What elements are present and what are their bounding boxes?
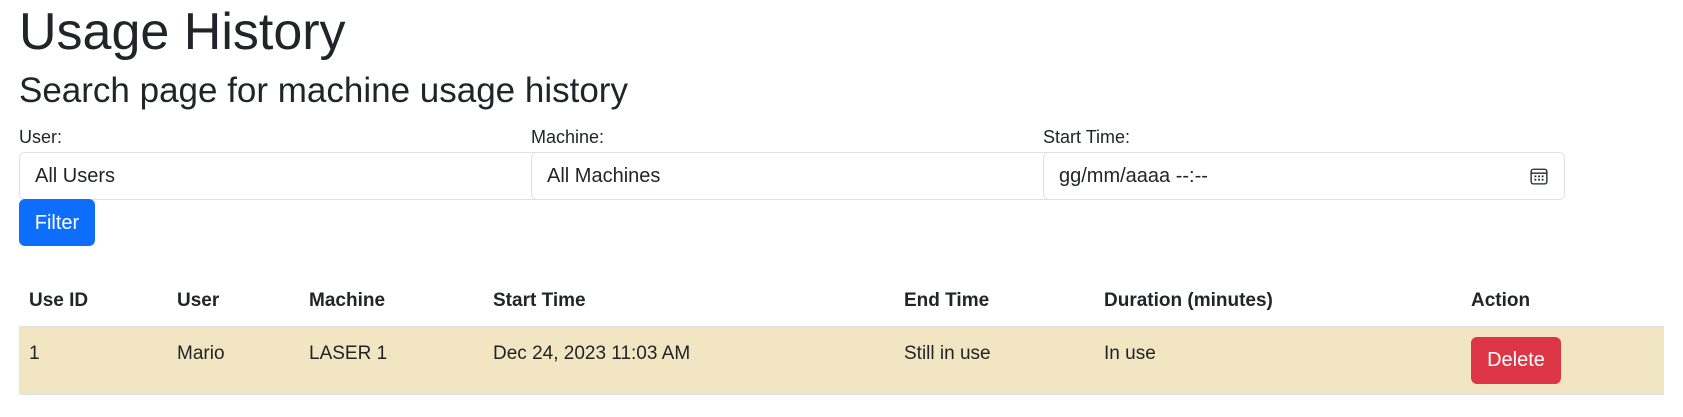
column-header-start-time: Start Time — [483, 276, 894, 327]
column-header-user: User — [167, 276, 299, 327]
user-select[interactable]: All Users — [19, 152, 541, 200]
machine-filter: Machine: All Machines — [531, 125, 1053, 200]
start-time-placeholder: gg/mm/aaaa --:-- — [1059, 165, 1208, 187]
column-header-duration: Duration (minutes) — [1094, 276, 1461, 327]
cell-action: Delete — [1461, 326, 1664, 395]
machine-filter-label: Machine: — [531, 127, 605, 147]
cell-use-id: 1 — [19, 326, 167, 395]
delete-button[interactable]: Delete — [1471, 336, 1561, 384]
column-header-use-id: Use ID — [19, 276, 167, 327]
user-filter: User: All Users — [19, 125, 541, 200]
cell-end-time: Still in use — [894, 326, 1094, 395]
cell-start-time: Dec 24, 2023 11:03 AM — [483, 326, 894, 395]
machine-select[interactable]: All Machines — [531, 152, 1053, 200]
table-row: 1 Mario LASER 1 Dec 24, 2023 11:03 AM St… — [19, 326, 1664, 395]
filter-form: User: All Users Machine: All Machines St… — [19, 125, 1664, 246]
cell-duration: In use — [1094, 326, 1461, 395]
column-header-action: Action — [1461, 276, 1664, 327]
column-header-end-time: End Time — [894, 276, 1094, 327]
filter-button[interactable]: Filter — [19, 199, 95, 246]
user-filter-label: User: — [19, 127, 63, 147]
page-subtitle: Search page for machine usage history — [19, 71, 628, 110]
cell-user: Mario — [167, 326, 299, 395]
start-time-filter: Start Time: gg/mm/aaaa --:-- — [1043, 125, 1565, 200]
page-title: Usage History — [19, 3, 346, 61]
cell-machine: LASER 1 — [299, 326, 483, 395]
calendar-icon[interactable] — [1530, 167, 1548, 185]
column-header-machine: Machine — [299, 276, 483, 327]
start-time-filter-label: Start Time: — [1043, 127, 1131, 147]
table-header-row: Use ID User Machine Start Time End Time … — [19, 276, 1664, 327]
start-time-input[interactable]: gg/mm/aaaa --:-- — [1043, 152, 1565, 200]
usage-table: Use ID User Machine Start Time End Time … — [19, 276, 1664, 395]
